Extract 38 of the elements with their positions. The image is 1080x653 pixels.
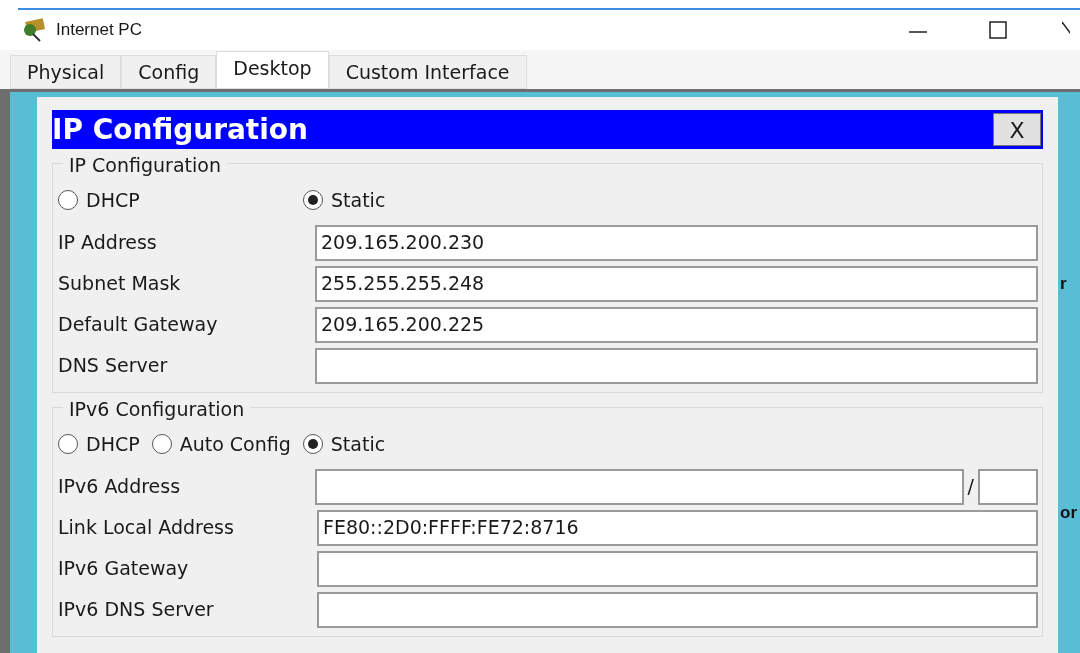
- prefix-separator: /: [967, 474, 974, 500]
- tab[interactable]: Desktop: [216, 51, 329, 89]
- radio-label: DHCP: [86, 187, 140, 213]
- field-label: IPv6 DNS Server: [57, 597, 215, 623]
- field-label: IP Address: [57, 230, 158, 256]
- radio-label: Static: [331, 187, 386, 213]
- input-field[interactable]: [315, 468, 964, 505]
- field-label: DNS Server: [57, 353, 169, 379]
- radio-label: DHCP: [86, 431, 140, 457]
- input-field[interactable]: [317, 550, 1038, 587]
- background-text: r: [1059, 275, 1068, 292]
- maximize-icon[interactable]: [988, 20, 1008, 40]
- prefix-field[interactable]: [978, 468, 1038, 505]
- input-field[interactable]: [317, 591, 1038, 628]
- close-button[interactable]: X: [993, 113, 1041, 146]
- dialog-title: IP Configuration: [52, 115, 308, 144]
- tab[interactable]: Custom Interface: [328, 55, 527, 89]
- input-field[interactable]: FE80::2D0:FFFF:FE72:8716: [317, 509, 1038, 546]
- background-text: or: [1059, 504, 1078, 521]
- window-title: Internet PC: [56, 19, 142, 42]
- radio-button[interactable]: [151, 434, 172, 454]
- radio-label: Auto Config: [179, 431, 291, 457]
- input-field[interactable]: 209.165.200.230: [315, 224, 1038, 261]
- field-label: IPv6 Gateway: [57, 556, 190, 582]
- radio-label: Static: [330, 431, 386, 457]
- input-field[interactable]: 209.165.200.225: [315, 306, 1038, 343]
- tab[interactable]: Physical: [10, 55, 122, 89]
- tab[interactable]: Config: [121, 55, 217, 89]
- radio-button[interactable]: [302, 434, 323, 454]
- radio-button[interactable]: [58, 434, 78, 454]
- field-label: Default Gateway: [57, 312, 219, 338]
- radio-button[interactable]: [303, 190, 323, 210]
- field-label: Link Local Address: [57, 515, 235, 541]
- field-label: Subnet Mask: [57, 271, 182, 297]
- field-label: IPv6 Address: [57, 474, 182, 500]
- input-field[interactable]: [315, 347, 1038, 384]
- radio-button[interactable]: [58, 190, 78, 210]
- input-field[interactable]: 255.255.255.248: [315, 265, 1038, 302]
